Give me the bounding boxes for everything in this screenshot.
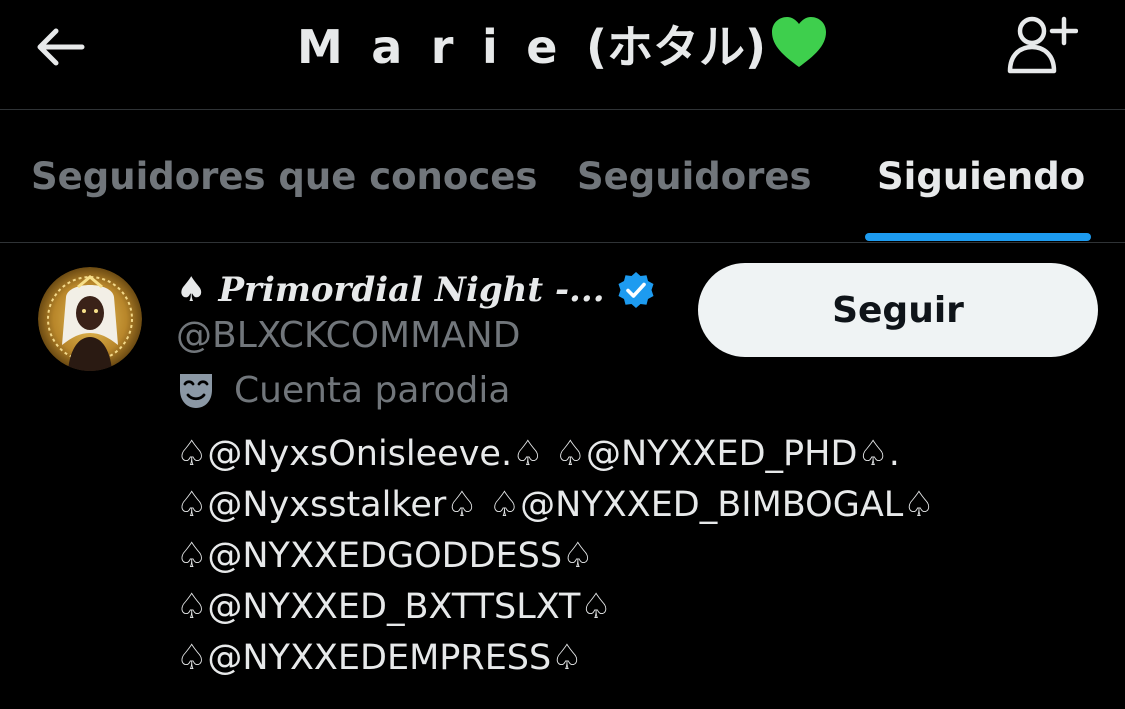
parody-label: Cuenta parodia (234, 369, 511, 411)
add-user-button[interactable] (1002, 14, 1082, 76)
bio-line: ♤@NyxsOnisleeve.♤ ♤@NYXXED_PHD♤. (176, 434, 900, 474)
verified-badge-icon (617, 271, 655, 309)
parody-label-line: Cuenta parodia (176, 365, 510, 415)
bio-line: ♤@NYXXEDEMPRESS♤ (176, 638, 583, 678)
user-bio: ♤@NyxsOnisleeve.♤ ♤@NYXXED_PHD♤. ♤@Nyxss… (176, 429, 1106, 684)
theater-mask-icon (176, 370, 216, 410)
bio-line: ♤@NYXXEDGODDESS♤ (176, 536, 594, 576)
title-suffix: (ホタル) (586, 20, 767, 74)
green-heart-emoji (770, 15, 828, 86)
tab-following[interactable]: Siguiendo (877, 110, 1085, 242)
tab-followers[interactable]: Seguidores (577, 110, 812, 242)
tab-bar: Seguidores que conoces Seguidores Siguie… (0, 110, 1125, 243)
user-list-item[interactable]: ♠ Primordial Night -... @BLXCKCOMMAND Cu… (0, 243, 1125, 709)
display-name[interactable]: Primordial Night -... (218, 270, 604, 310)
user-handle: @BLXCKCOMMAND (176, 315, 521, 356)
title-name: Marie (296, 20, 587, 74)
tab-label: Siguiendo (877, 154, 1086, 198)
follow-button[interactable]: Seguir (698, 263, 1098, 357)
tab-label: Seguidores (577, 154, 812, 198)
top-bar: Marie(ホタル) (0, 0, 1125, 110)
tab-followers-you-know[interactable]: Seguidores que conoces (31, 110, 537, 242)
bio-line: ♤@NYXXED_BXTTSLXT♤ (176, 587, 612, 627)
display-name-line: ♠ Primordial Night -... (176, 261, 655, 319)
tab-label: Seguidores que conoces (31, 154, 538, 198)
avatar[interactable] (38, 267, 142, 371)
bio-line: ♤@Nyxsstalker♤ ♤@NYXXED_BIMBOGAL♤ (176, 485, 935, 525)
active-tab-indicator (865, 233, 1091, 241)
spade-symbol: ♠ (176, 270, 207, 310)
add-user-icon (1007, 16, 1078, 74)
page-title: Marie(ホタル) (0, 14, 1125, 80)
